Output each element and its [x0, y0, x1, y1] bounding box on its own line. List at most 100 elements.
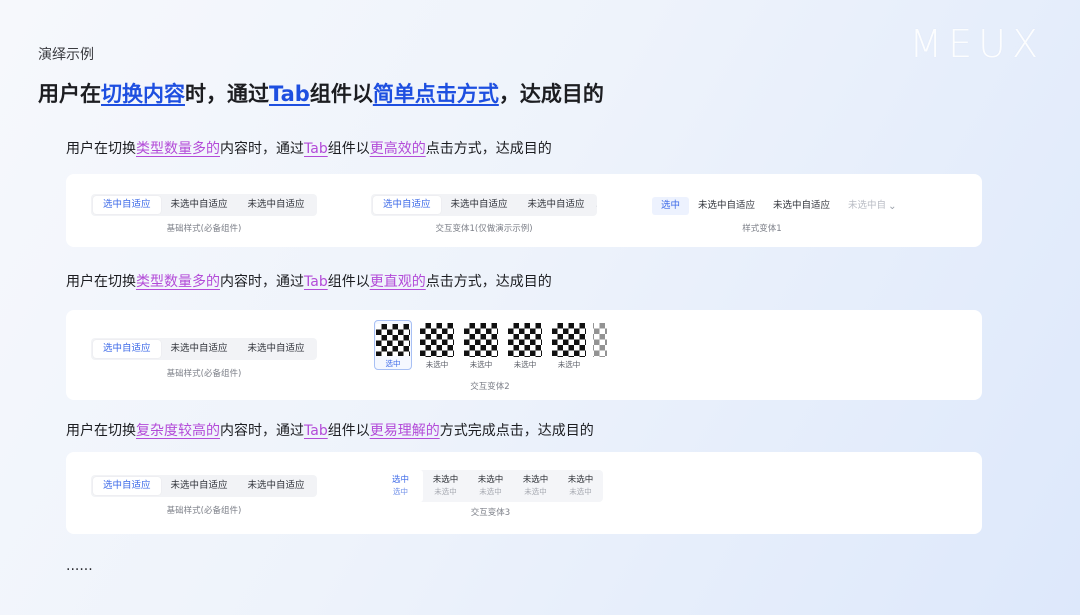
- slide: 演绎示例 MEUX 用户在切换内容时，通过Tab组件以简单点击方式，达成目的 用…: [0, 0, 1080, 615]
- title-highlight: Tab: [269, 82, 310, 106]
- tab-selected[interactable]: 选中自适应: [93, 340, 161, 358]
- stacked-tab-label: 选中: [391, 475, 409, 485]
- stacked-tab-label: 未选中: [522, 475, 549, 485]
- checkerboard-image-icon: [508, 323, 542, 357]
- example-caption: 交互变体1(仅做演示示例): [435, 224, 533, 234]
- image-tab-selected[interactable]: 选中: [374, 320, 412, 370]
- title-text: 用户在: [38, 82, 101, 106]
- example-caption: 基础样式(必备组件): [166, 506, 242, 516]
- stacked-tab-selected[interactable]: 选中 选中: [378, 470, 423, 502]
- stacked-tab-label: 未选中: [432, 475, 459, 485]
- variant1-tab-bar: 选中自适应 未选中自适应 未选中自适应 ⌄: [371, 194, 597, 216]
- tab-selected[interactable]: 选中自适应: [373, 196, 441, 214]
- row-title-text: 用户在切换: [66, 274, 136, 290]
- tab-unselected[interactable]: 未选中自适应: [161, 477, 238, 495]
- example-caption: 基础样式(必备组件): [166, 369, 242, 379]
- row-title-highlight: 更直观的: [369, 274, 426, 290]
- example-caption: 基础样式(必备组件): [166, 224, 242, 234]
- tab-unselected[interactable]: 未选中自适应: [441, 196, 518, 214]
- tab-unselected[interactable]: 未选中自适应: [764, 197, 839, 215]
- tab-truncated[interactable]: 未选中自: [839, 197, 888, 215]
- row-title-text: 方式完成点击，达成目的: [439, 423, 594, 439]
- example-caption: 交互变体2: [470, 382, 510, 392]
- stacked-tab[interactable]: 未选中 未选中: [513, 470, 558, 502]
- row-title-text: 内容时，通过: [220, 274, 304, 290]
- title-text: ，达成目的: [498, 82, 604, 106]
- image-tab[interactable]: 未选中: [506, 320, 544, 370]
- section-tag: 演绎示例: [38, 47, 94, 63]
- row-title-text: 内容时，通过: [220, 141, 304, 157]
- checkerboard-image-icon: [464, 323, 498, 357]
- basic-tab-bar: 选中自适应 未选中自适应 未选中自适应 未选: [91, 338, 317, 360]
- row-title: 用户在切换复杂度较高的内容时，通过Tab组件以更易理解的方式完成点击，达成目的: [66, 420, 594, 440]
- image-tab-label: 未选中: [513, 360, 537, 369]
- checkerboard-image-icon: [376, 324, 410, 356]
- example-caption: 样式变体1: [742, 224, 782, 234]
- row-title-text: 用户在切换: [66, 423, 136, 439]
- row-title-highlight: 类型数量多的: [136, 274, 220, 290]
- brand-logo: MEUX: [909, 22, 1044, 66]
- row-title: 用户在切换类型数量多的内容时，通过Tab组件以更高效的点击方式，达成目的: [66, 138, 552, 158]
- image-tab[interactable]: 未选中: [418, 320, 456, 370]
- stacked-tab-label: 未选中: [567, 475, 594, 485]
- row-title-text: 组件以: [327, 274, 370, 290]
- tab-selected[interactable]: 选中自适应: [93, 196, 161, 214]
- row-title-highlight: 复杂度较高的: [136, 423, 220, 439]
- stacked-tab[interactable]: 未选中 未选中: [558, 470, 603, 502]
- stacked-tab[interactable]: 未选中 未选中: [468, 470, 513, 502]
- stacked-tab-bar: 选中 选中 未选中 未选中 未选中 未选中 未选中 未选中 未选中 未选中: [378, 470, 603, 502]
- stacked-tab-sublabel: 未选中: [479, 487, 502, 496]
- example-caption: 交互变体3: [470, 508, 511, 518]
- row-title-text: 点击方式，达成目的: [425, 141, 552, 157]
- stacked-tab-sublabel: 未选中: [569, 487, 592, 496]
- image-tab-label: 未选中: [557, 360, 581, 369]
- image-tab[interactable]: 未选中: [550, 320, 588, 370]
- title-highlight: 切换内容: [101, 82, 185, 106]
- image-tab-label: 未选中: [425, 360, 449, 369]
- image-tab-truncated[interactable]: [593, 320, 607, 370]
- row-title-text: 组件以: [327, 141, 370, 157]
- stacked-tab-label: 未选中: [477, 475, 504, 485]
- tab-unselected[interactable]: 未选中自适应: [161, 340, 238, 358]
- checkerboard-image-icon: [593, 323, 607, 357]
- basic-tab-bar: 选中自适应 未选中自适应 未选中自适应 未选: [91, 194, 317, 216]
- example-card: 选中自适应 未选中自适应 未选中自适应 未选 基础样式(必备组件) 选中自适应 …: [66, 174, 982, 247]
- tab-unselected[interactable]: 未选中自适应: [238, 340, 315, 358]
- tab-unselected[interactable]: 未选中自适应: [238, 477, 315, 495]
- page-title: 用户在切换内容时，通过Tab组件以简单点击方式，达成目的: [38, 78, 604, 108]
- title-text: 时，通过: [185, 82, 269, 106]
- checkerboard-image-icon: [552, 323, 586, 357]
- tab-truncated[interactable]: 未选: [315, 340, 317, 358]
- style-variant1-tabs: 选中 未选中自适应 未选中自适应 未选中自 ⌄: [652, 195, 896, 217]
- title-highlight: 简单点击方式: [372, 82, 499, 106]
- row-title-text: 点击方式，达成目的: [425, 274, 552, 290]
- tab-selected[interactable]: 选中: [652, 197, 690, 215]
- stacked-tab-sublabel: 未选中: [434, 487, 457, 496]
- chevron-down-icon[interactable]: ⌄: [595, 200, 597, 211]
- image-tab-label: 未选中: [469, 360, 493, 369]
- row-title-highlight: 更易理解的: [369, 423, 440, 439]
- tab-unselected[interactable]: 未选中自适应: [518, 196, 595, 214]
- row-title-highlight: Tab: [304, 141, 328, 157]
- tab-truncated[interactable]: 未选: [315, 477, 317, 495]
- tab-truncated[interactable]: 未选: [315, 196, 317, 214]
- basic-tab-bar: 选中自适应 未选中自适应 未选中自适应 未选: [91, 475, 317, 497]
- stacked-tab[interactable]: 未选中 未选中: [423, 470, 468, 502]
- more-ellipsis: ......: [66, 558, 93, 574]
- row-title-text: 内容时，通过: [220, 423, 304, 439]
- stacked-tab-sublabel: 选中: [393, 487, 408, 496]
- tab-unselected[interactable]: 未选中自适应: [161, 196, 238, 214]
- row-title-text: 用户在切换: [66, 141, 136, 157]
- row-title-highlight: Tab: [304, 274, 328, 290]
- row-title-highlight: 类型数量多的: [136, 141, 220, 157]
- chevron-down-icon[interactable]: ⌄: [888, 201, 896, 212]
- stacked-tab-sublabel: 未选中: [524, 487, 547, 496]
- tab-selected[interactable]: 选中自适应: [93, 477, 161, 495]
- example-card: 选中自适应 未选中自适应 未选中自适应 未选 基础样式(必备组件) 选中 选中 …: [66, 452, 982, 534]
- image-tab[interactable]: 未选中: [462, 320, 500, 370]
- tab-unselected[interactable]: 未选中自适应: [689, 197, 764, 215]
- checkerboard-image-icon: [420, 323, 454, 357]
- example-card: 选中自适应 未选中自适应 未选中自适应 未选 基础样式(必备组件) 选中 未选中…: [66, 310, 982, 400]
- row-title-text: 组件以: [327, 423, 370, 439]
- tab-unselected[interactable]: 未选中自适应: [238, 196, 315, 214]
